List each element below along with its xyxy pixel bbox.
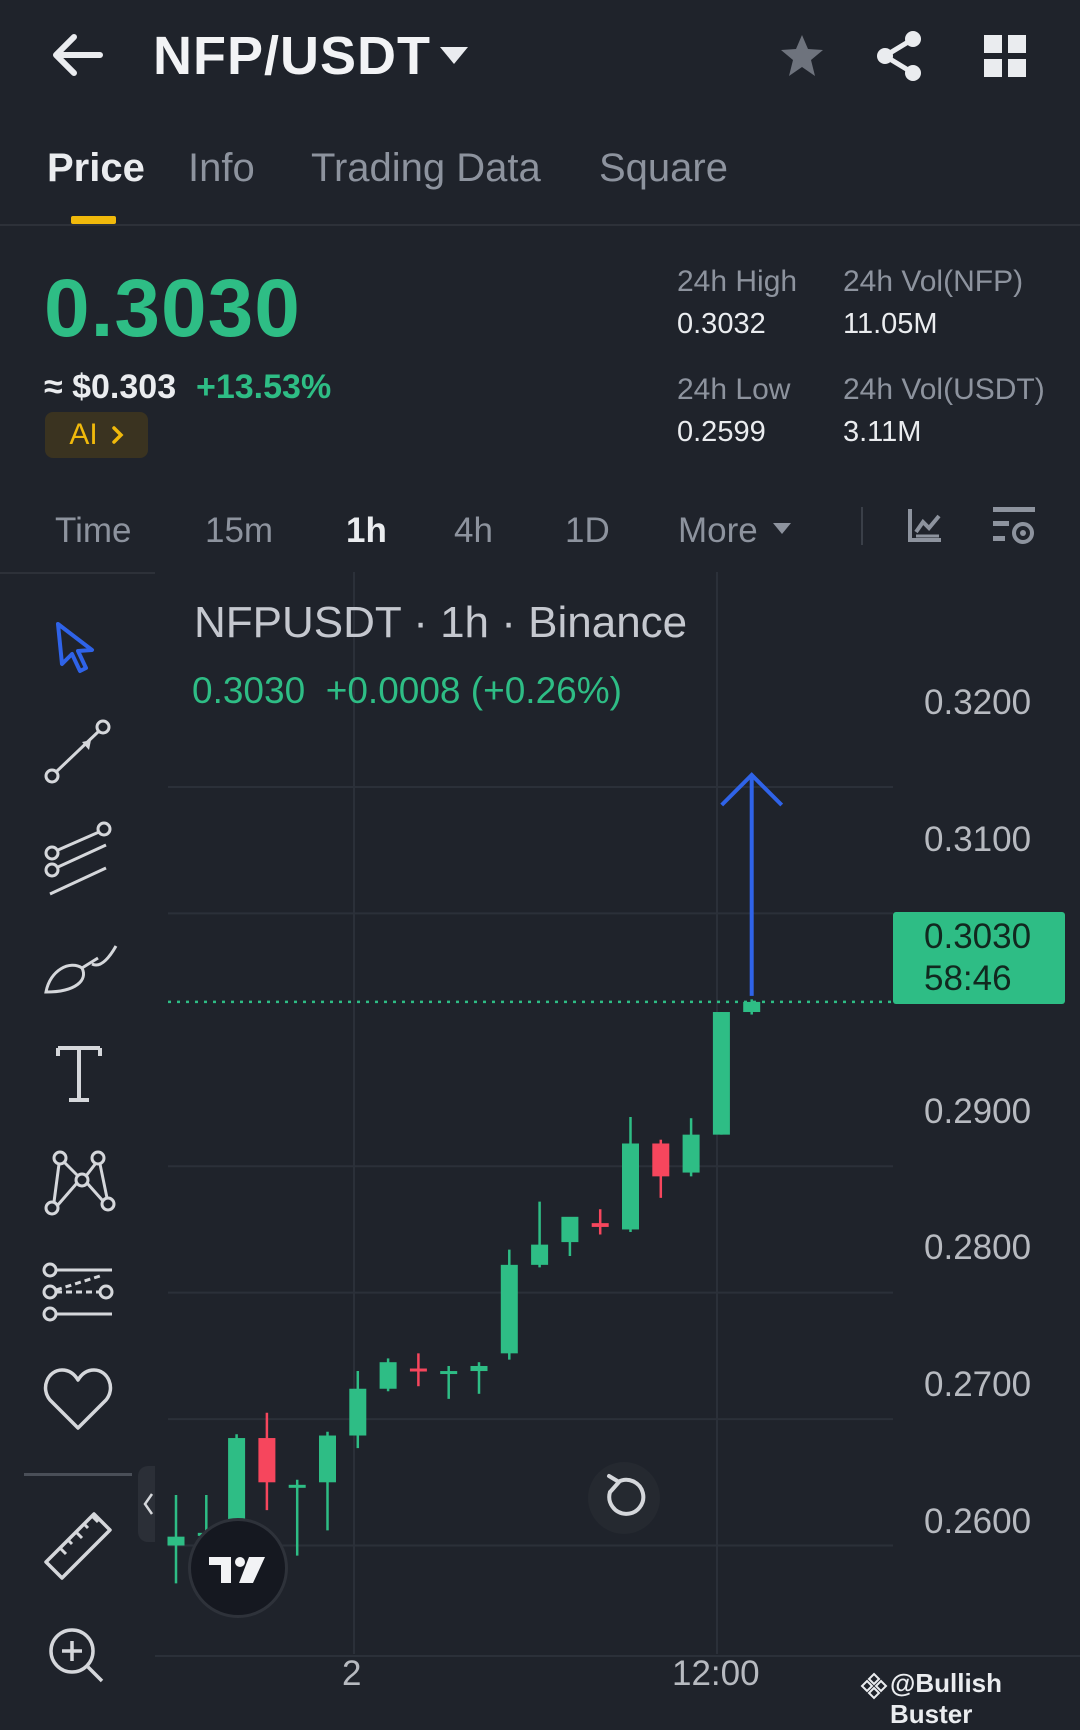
candle-body	[440, 1371, 458, 1375]
tab-trading-data[interactable]: Trading Data	[311, 146, 541, 191]
tf-1h[interactable]: 1h	[346, 511, 387, 551]
tf-1d[interactable]: 1D	[565, 511, 610, 551]
y-axis-label: 0.2800	[924, 1228, 1032, 1267]
y-axis-label: 0.2900	[924, 1092, 1032, 1131]
active-tab-indicator	[71, 216, 116, 224]
pair-dropdown-icon[interactable]	[438, 44, 470, 71]
last-price-tag-value: 0.3030	[924, 917, 1032, 956]
candle-body	[743, 1001, 761, 1013]
tradingview-logo-icon[interactable]	[188, 1518, 288, 1618]
candle-body	[167, 1536, 185, 1546]
price-chart[interactable]	[0, 572, 1080, 1709]
candle-body	[409, 1368, 427, 1372]
binance-logo-icon	[860, 1672, 888, 1705]
ai-label: AI	[69, 418, 98, 451]
y-axis-label: 0.3100	[924, 820, 1032, 859]
chart-settings-icon[interactable]	[993, 505, 1037, 554]
stat-vol-base-label: 24h Vol(NFP)	[843, 265, 1024, 298]
chart-quote: 0.3030 +0.0008 (+0.26%)	[192, 670, 622, 711]
candle-body	[591, 1223, 609, 1227]
y-axis-label: 0.2700	[924, 1365, 1032, 1404]
candle-body	[561, 1216, 579, 1243]
tf-15m[interactable]: 15m	[205, 511, 273, 551]
stat-high-value: 0.3032	[677, 308, 766, 340]
last-price: 0.3030	[44, 263, 301, 354]
candle-body	[349, 1388, 367, 1436]
tabs-divider	[0, 224, 1080, 226]
candle-body	[288, 1484, 306, 1488]
share-icon[interactable]	[875, 30, 923, 87]
stat-vol-quote-value: 3.11M	[843, 416, 922, 448]
grid-menu-icon[interactable]	[984, 35, 1026, 82]
tf-4h[interactable]: 4h	[454, 511, 493, 551]
candle-body	[622, 1143, 639, 1230]
tab-price[interactable]: Price	[47, 146, 145, 191]
tf-more[interactable]: More	[678, 511, 758, 551]
stat-high-label: 24h High	[677, 265, 798, 298]
x-axis-label: 2	[342, 1654, 362, 1693]
indicator-chart-icon[interactable]	[907, 507, 943, 548]
candle-body	[228, 1438, 246, 1531]
watermark: @Bullish Buster	[890, 1668, 1003, 1729]
x-axis-label: 12:00	[672, 1654, 760, 1693]
candle-body	[258, 1438, 276, 1483]
reset-chart-icon[interactable]	[588, 1462, 660, 1534]
ai-button[interactable]: AI	[45, 412, 148, 458]
y-axis-label: 0.2600	[924, 1502, 1032, 1541]
tab-info[interactable]: Info	[188, 146, 255, 191]
last-price-tag: 0.3030 58:46	[893, 912, 1065, 1004]
candle-body	[379, 1362, 397, 1389]
candle-body	[712, 1012, 730, 1135]
back-arrow-icon[interactable]	[48, 30, 104, 80]
stat-low-value: 0.2599	[677, 416, 766, 448]
stat-vol-quote-label: 24h Vol(USDT)	[843, 373, 1045, 406]
pair-title[interactable]: NFP/USDT	[153, 25, 431, 87]
candle-body	[319, 1435, 336, 1483]
favorite-star-icon[interactable]	[778, 32, 826, 85]
candle-body	[531, 1244, 549, 1265]
change-percent: +13.53%	[196, 368, 332, 406]
candle-body	[500, 1264, 518, 1354]
candle-body	[652, 1143, 670, 1177]
usd-price: ≈ $0.303	[44, 368, 177, 406]
toolbar-separator	[861, 507, 863, 545]
y-axis-label: 0.3200	[924, 683, 1032, 722]
more-dropdown-icon	[772, 521, 792, 540]
candle-body	[470, 1365, 488, 1372]
stat-low-label: 24h Low	[677, 373, 791, 406]
tab-square[interactable]: Square	[599, 146, 728, 191]
chart-title: NFPUSDT · 1h · Binance	[194, 598, 688, 647]
tf-time[interactable]: Time	[55, 511, 131, 551]
candle-body	[682, 1134, 700, 1173]
chevron-right-icon	[111, 418, 124, 452]
stat-vol-base-value: 11.05M	[843, 308, 938, 340]
candle-countdown: 58:46	[924, 959, 1012, 998]
